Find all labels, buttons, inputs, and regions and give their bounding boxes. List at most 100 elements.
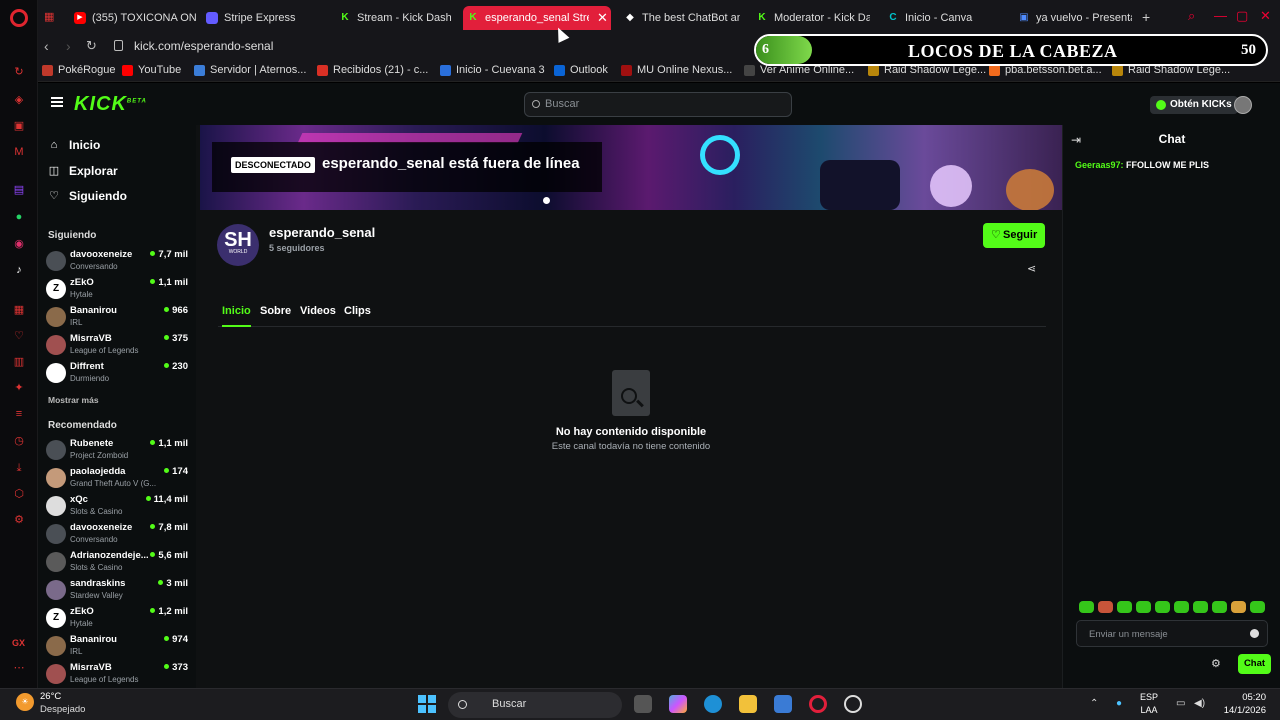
recommended-channel[interactable]: MisrraVB League of Legends 373 [46,662,192,688]
language-indicator[interactable]: ESP LAA [1140,691,1158,717]
instagram-icon[interactable]: ◉ [11,236,27,252]
network-icon[interactable]: ▭ [1176,698,1185,709]
bookmark-item[interactable]: YouTube [122,64,181,76]
emote-icon[interactable] [1212,601,1227,613]
microphone-icon[interactable]: ● [1116,698,1122,709]
recommended-channel[interactable]: davooxeneize Conversando 7,8 mil [46,522,192,548]
bookmark-item[interactable]: Outlook [554,64,608,76]
browser-tab[interactable]: ▶ (355) TOXICONA ON [70,6,220,30]
chrome-like-icon[interactable] [844,695,862,713]
apps-icon[interactable]: ▦ [11,302,27,318]
chat-input[interactable]: Enviar un mensaje [1076,620,1268,647]
system-clock[interactable]: 05:20 14/1/2026 [1214,691,1266,717]
emoji-icon[interactable] [1250,629,1259,638]
recommended-channel[interactable]: ZzEkO Hytale 1,2 mil [46,606,192,632]
weather-condition[interactable]: Despejado [40,704,85,715]
bookmark-item[interactable]: Inicio - Cuevana 3 [440,64,545,76]
file-explorer-icon[interactable] [739,695,757,713]
tabs-list-icon[interactable]: ≡ [11,406,27,422]
download-icon[interactable]: ⤓ [11,460,27,476]
hamburger-menu-icon[interactable] [51,97,63,107]
back-arrow-icon[interactable]: ‹ [44,38,49,54]
emote-icon[interactable] [1231,601,1246,613]
more-dots-icon[interactable]: ⋯ [11,660,27,676]
recommended-channel[interactable]: Rubenete Project Zomboid 1,1 mil [46,438,192,464]
bulb-icon[interactable]: ✦ [11,380,27,396]
follow-button[interactable]: ♡ Seguir [983,223,1045,248]
sidebar-item-following[interactable]: ♡ Siguiendo [48,187,127,205]
browser-tab[interactable]: K Stream - Kick Dashb [335,6,451,30]
twitch-icon[interactable]: ▤ [11,182,27,198]
bookmark-item[interactable]: MU Online Nexus... [621,64,732,76]
forward-arrow-icon[interactable]: › [66,38,71,54]
sidebar-item-home[interactable]: ⌂ Inicio [48,136,101,154]
task-view-icon[interactable] [634,695,652,713]
tab-home[interactable]: Inicio [222,305,251,327]
search-tabs-icon[interactable]: ⌕ [1188,8,1195,24]
emote-icon[interactable] [1136,601,1151,613]
recommended-channel[interactable]: Bananirou IRL 974 [46,634,192,660]
tab-videos[interactable]: Videos [300,305,336,327]
crypto-wallet-icon[interactable]: ▣ [11,118,27,134]
emote-icon[interactable] [1193,601,1208,613]
pinboard-icon[interactable]: ▥ [11,354,27,370]
maximize-icon[interactable]: ▢ [1236,8,1248,24]
show-more-link[interactable]: Mostrar más [48,395,99,405]
kick-logo[interactable]: KICKBETA [74,93,147,116]
tab-clips[interactable]: Clips [344,305,371,327]
following-channel[interactable]: Diffrent Durmiendo 230 [46,361,192,387]
following-channel[interactable]: ZzEkO Hytale 1,1 mil [46,277,192,303]
emote-icon[interactable] [1117,601,1132,613]
channel-avatar[interactable]: SH WORLD [217,224,259,266]
emote-icon[interactable] [1155,601,1170,613]
following-channel[interactable]: MisrraVB League of Legends 375 [46,333,192,359]
taskbar-search[interactable]: Buscar [448,692,622,718]
browser-tab[interactable]: ◆ The best ChatBot and [620,6,740,30]
volume-icon[interactable]: ◀) [1194,698,1205,709]
aria-icon[interactable]: ◈ [11,92,27,108]
emote-icon[interactable] [1079,601,1094,613]
chat-send-button[interactable]: Chat [1238,654,1271,674]
favorites-heart-icon[interactable]: ♡ [11,328,27,344]
bookmark-item[interactable]: PokéRogue [42,64,116,76]
tiktok-icon[interactable]: ♪ [11,262,27,278]
new-tab-plus-icon[interactable]: + [1142,9,1150,25]
mail-icon[interactable]: M [11,144,27,160]
following-channel[interactable]: davooxeneize Conversando 7,7 mil [46,249,192,275]
opera-logo-icon[interactable] [10,9,28,27]
browser-tab-active[interactable]: Kesperando_senal Strea ✕ [463,6,611,30]
opera-gx-icon[interactable] [809,695,827,713]
sidebar-item-explore[interactable]: ◫ Explorar [48,162,118,180]
tab-about[interactable]: Sobre [260,305,291,327]
browser-tab[interactable]: Stripe Express [202,6,332,30]
chat-settings-gear-icon[interactable]: ⚙ [1211,657,1221,670]
copilot-icon[interactable] [669,695,687,713]
windows-start-icon[interactable] [418,695,436,713]
search-input[interactable]: Buscar [524,92,792,117]
history-icon[interactable]: ↻ [11,64,27,80]
url-field[interactable]: kick.com/esperando-senal [134,39,273,53]
browser-tab[interactable]: K Moderator - Kick Da [752,6,870,30]
workspaces-icon[interactable]: ▦ [44,10,58,24]
cube-icon[interactable]: ⬡ [11,486,27,502]
recommended-channel[interactable]: Adrianozendeje... Slots & Casino 5,6 mil [46,550,192,576]
get-kicks-button[interactable]: Obtén KICKs [1150,96,1238,114]
bookmark-item[interactable]: Servidor | Aternos... [194,64,306,76]
edge-icon[interactable] [704,695,722,713]
user-avatar[interactable] [1234,96,1252,114]
browser-tab[interactable]: ▣ ya vuelvo - Presentac [1014,6,1132,30]
close-tab-icon[interactable]: ✕ [597,10,608,26]
emote-icon[interactable] [1250,601,1265,613]
carousel-dot[interactable] [543,197,550,204]
following-channel[interactable]: Bananirou IRL 966 [46,305,192,331]
close-window-icon[interactable]: ✕ [1260,8,1271,24]
weather-sun-icon[interactable]: ☀ [16,693,34,711]
emote-icon[interactable] [1174,601,1189,613]
reload-icon[interactable]: ↻ [86,38,97,54]
minimize-icon[interactable]: — [1214,8,1227,23]
browser-tab[interactable]: C Inicio - Canva [883,6,993,30]
whatsapp-icon[interactable]: ● [11,209,27,225]
recommended-channel[interactable]: sandraskins Stardew Valley 3 mil [46,578,192,604]
emote-icon[interactable] [1098,601,1113,613]
settings-gear-icon[interactable]: ⚙ [11,512,27,528]
